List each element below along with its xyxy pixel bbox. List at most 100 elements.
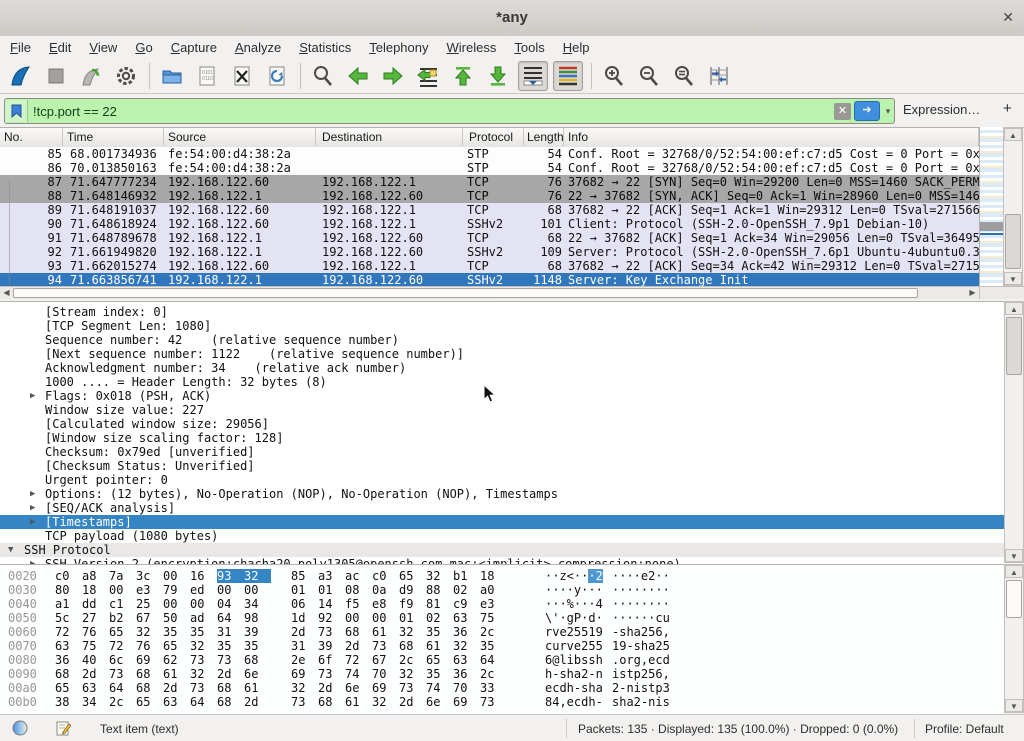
colorize-icon[interactable]	[553, 61, 583, 91]
hex-row-00a0[interactable]: 00a0656364682d736861322d6e6973747033ecdh…	[0, 681, 1004, 695]
ascii-text[interactable]: .org,ecd	[612, 653, 670, 667]
packet-list-hscrollbar[interactable]: ◀ ▶	[0, 286, 979, 299]
hex-byte[interactable]: e3	[480, 597, 507, 611]
bytes-vscrollbar[interactable]: ▲ ▼	[1004, 564, 1024, 713]
menu-item-file[interactable]: File	[10, 40, 31, 55]
hex-byte[interactable]: 01	[318, 583, 345, 597]
packet-row-90[interactable]: 9071.648618924192.168.122.60192.168.122.…	[0, 217, 979, 231]
ascii-text[interactable]: h-sha2-n	[545, 667, 603, 681]
stop-capture-icon[interactable]	[41, 61, 71, 91]
ascii-text[interactable]: ecdh-sha	[545, 681, 603, 695]
hex-byte[interactable]: 32	[399, 625, 426, 639]
hex-byte[interactable]: 65	[109, 625, 136, 639]
detail-line[interactable]: [TCP Segment Len: 1080]	[0, 319, 1004, 333]
hex-byte[interactable]: 69	[453, 695, 480, 709]
hex-byte[interactable]: 62	[163, 653, 190, 667]
ascii-text[interactable]: ········	[612, 583, 670, 597]
hex-byte[interactable]: 69	[372, 681, 399, 695]
scroll-down-icon[interactable]: ▼	[1005, 699, 1023, 712]
hex-byte[interactable]: 64	[217, 611, 244, 625]
hex-byte[interactable]: 25	[136, 597, 163, 611]
display-filter-input[interactable]	[28, 103, 834, 120]
packet-row-85[interactable]: 8568.001734936fe:54:00:d4:38:2aSTP54Conf…	[0, 147, 979, 161]
ascii-text[interactable]: ···%···4	[545, 597, 603, 611]
hex-byte[interactable]: 72	[345, 653, 372, 667]
expander-closed-icon[interactable]: ▶	[30, 515, 35, 529]
hex-byte[interactable]: 36	[55, 653, 82, 667]
ascii-text[interactable]: -sha256,	[612, 625, 670, 639]
close-file-icon[interactable]	[227, 61, 257, 91]
hex-row-0040[interactable]: 0040a1ddc125000004340614f5e8f981c9e3···%…	[0, 597, 1004, 611]
menu-item-go[interactable]: Go	[135, 40, 152, 55]
filter-clear-icon[interactable]: ✕	[834, 103, 851, 120]
packet-row-94[interactable]: 9471.663856741192.168.122.1192.168.122.6…	[0, 273, 979, 287]
hex-byte[interactable]: 88	[426, 583, 453, 597]
ascii-selected[interactable]: ·2	[588, 569, 602, 583]
go-first-icon[interactable]	[448, 61, 478, 91]
ascii-text[interactable]: ····e2··	[612, 569, 670, 583]
hex-byte[interactable]: ac	[345, 569, 372, 583]
detail-line[interactable]: ▶Flags: 0x018 (PSH, ACK)	[0, 389, 1004, 403]
ascii-text[interactable]: ······cu	[612, 611, 670, 625]
hex-byte[interactable]: 00	[190, 597, 217, 611]
hex-byte[interactable]: 65	[399, 569, 426, 583]
column-header-source[interactable]: Source	[164, 128, 316, 146]
hex-byte[interactable]: e3	[136, 583, 163, 597]
ascii-text[interactable]: 84,ecdh-	[545, 695, 603, 709]
hex-byte[interactable]: 35	[244, 639, 271, 653]
column-header-protocol[interactable]: Protocol	[463, 128, 524, 146]
scroll-left-icon[interactable]: ◀	[0, 287, 13, 299]
hex-byte[interactable]: 32	[453, 639, 480, 653]
hex-byte[interactable]: 63	[453, 653, 480, 667]
start-capture-icon[interactable]	[6, 61, 36, 91]
hex-byte[interactable]: 70	[453, 681, 480, 695]
scroll-up-icon[interactable]: ▲	[1005, 302, 1023, 315]
hex-byte[interactable]: 68	[345, 625, 372, 639]
hex-byte[interactable]: 65	[426, 653, 453, 667]
add-filter-button[interactable]: +	[1003, 100, 1012, 117]
hex-byte[interactable]: 08	[345, 583, 372, 597]
ascii-text[interactable]: 2-nistp3	[612, 681, 670, 695]
hex-byte[interactable]: 32	[399, 667, 426, 681]
packet-row-92[interactable]: 9271.661949820192.168.122.1192.168.122.6…	[0, 245, 979, 259]
hex-byte[interactable]: c0	[372, 569, 399, 583]
hex-byte[interactable]: a8	[82, 569, 109, 583]
hex-byte[interactable]: 2d	[345, 639, 372, 653]
hex-byte[interactable]: 69	[291, 667, 318, 681]
hex-byte[interactable]: 69	[136, 653, 163, 667]
hex-byte[interactable]: 01	[399, 611, 426, 625]
auto-scroll-icon[interactable]	[518, 61, 548, 91]
detail-line[interactable]: ▼SSH Protocol	[0, 543, 1004, 557]
detail-line[interactable]: Window size value: 227	[0, 403, 1004, 417]
hex-byte[interactable]: 1d	[291, 611, 318, 625]
hex-byte[interactable]: 75	[480, 611, 507, 625]
hex-byte[interactable]: 76	[82, 625, 109, 639]
packet-row-93[interactable]: 9371.662015274192.168.122.60192.168.122.…	[0, 259, 979, 273]
packet-row-87[interactable]: 8771.647777234192.168.122.60192.168.122.…	[0, 175, 979, 189]
hex-byte[interactable]: 01	[291, 583, 318, 597]
detail-line[interactable]: ▶[SEQ/ACK analysis]	[0, 501, 1004, 515]
scroll-right-icon[interactable]: ▶	[966, 287, 979, 299]
hex-row-00b0[interactable]: 00b038342c656364682d736861322d6e697384,e…	[0, 695, 1004, 709]
hex-byte[interactable]: a0	[480, 583, 507, 597]
hex-byte[interactable]: 61	[372, 625, 399, 639]
hex-byte[interactable]: 64	[480, 653, 507, 667]
hex-byte[interactable]: 98	[244, 611, 271, 625]
hex-byte[interactable]: 80	[55, 583, 82, 597]
hex-byte[interactable]: 68	[55, 667, 82, 681]
hex-byte[interactable]: 73	[217, 653, 244, 667]
hex-byte[interactable]: 74	[426, 681, 453, 695]
hex-byte[interactable]: 33	[480, 681, 507, 695]
detail-line[interactable]: Acknowledgment number: 34 (relative ack …	[0, 361, 1004, 375]
hex-byte[interactable]: 16	[190, 569, 217, 583]
hex-byte[interactable]: 38	[55, 695, 82, 709]
column-header-info[interactable]: Info	[564, 128, 979, 146]
detail-line[interactable]: Urgent pointer: 0	[0, 473, 1004, 487]
hex-byte[interactable]: 64	[190, 695, 217, 709]
hex-byte[interactable]: 36	[453, 625, 480, 639]
hex-byte[interactable]: 14	[318, 597, 345, 611]
hex-byte[interactable]: 2c	[480, 625, 507, 639]
hex-byte[interactable]: 32	[426, 569, 453, 583]
hex-byte[interactable]: 00	[163, 597, 190, 611]
hex-byte[interactable]: 35	[426, 625, 453, 639]
